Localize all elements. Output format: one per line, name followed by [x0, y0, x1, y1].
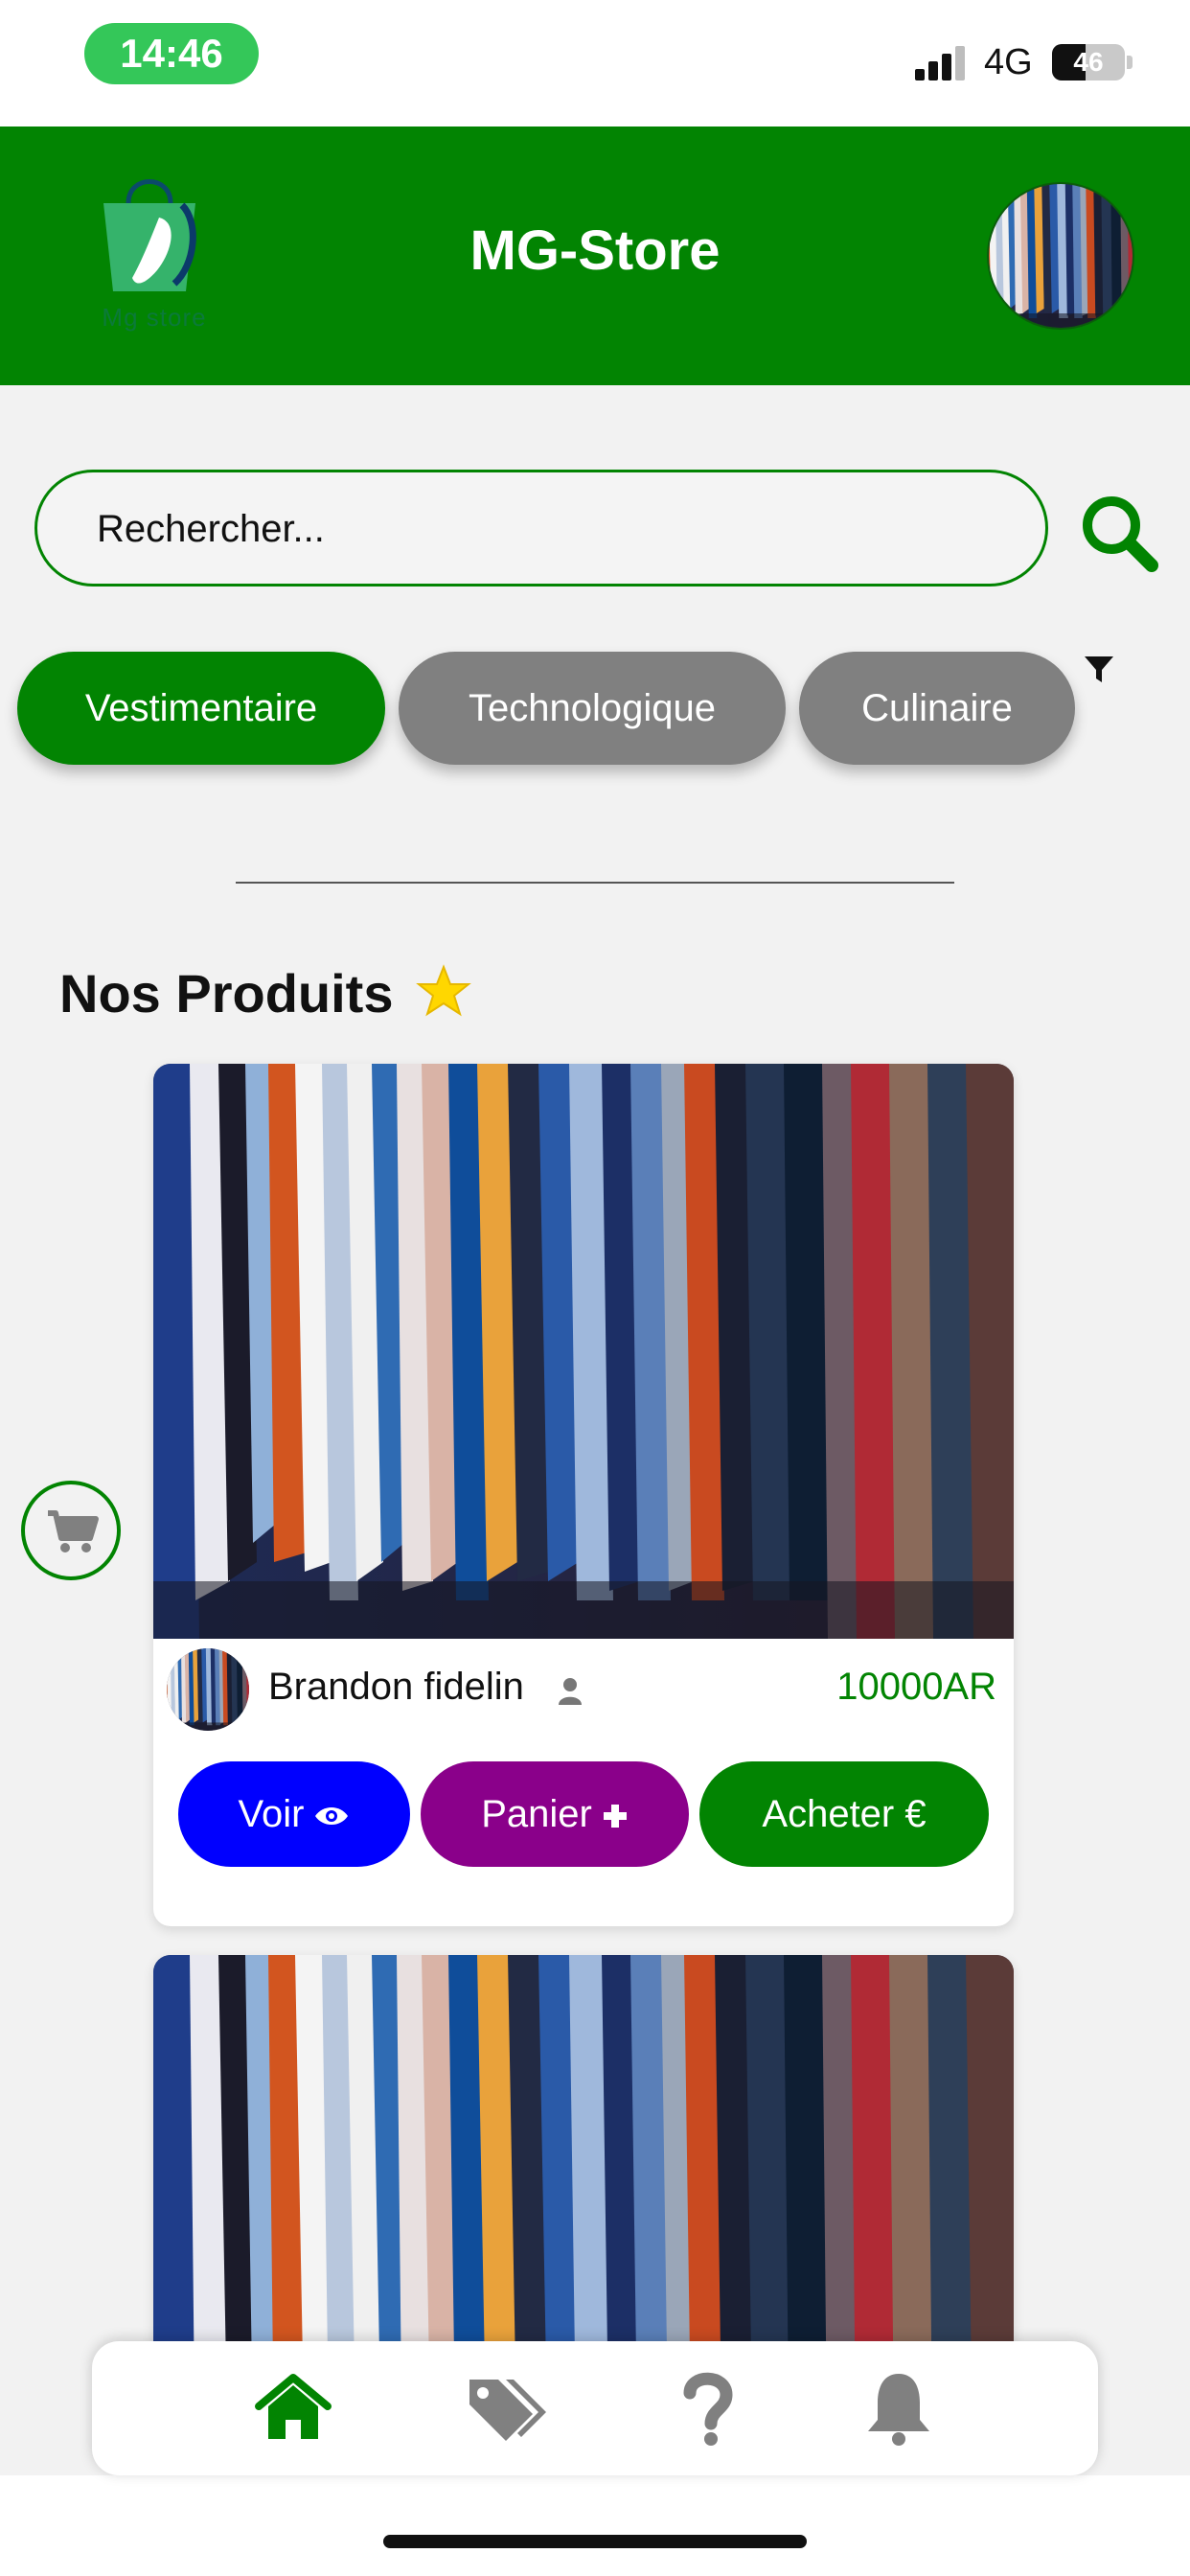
section-divider	[236, 882, 954, 884]
nav-help[interactable]	[667, 2368, 747, 2449]
battery-icon: 46	[1052, 44, 1125, 80]
profile-avatar[interactable]	[987, 182, 1134, 330]
logo-text: Mg store	[102, 303, 207, 332]
plus-icon	[603, 1805, 627, 1828]
app-header: Mg store MG-Store	[0, 126, 1190, 385]
nav-tags[interactable]	[462, 2368, 546, 2449]
nav-home[interactable]	[253, 2368, 333, 2449]
product-image[interactable]	[153, 1064, 1014, 1639]
floating-cart-button[interactable]	[21, 1481, 121, 1580]
seller-row: Brandon fidelin 10000AR	[153, 1639, 1014, 1735]
category-vestimentaire[interactable]: Vestimentaire	[17, 652, 385, 765]
add-to-cart-button[interactable]: Panier	[421, 1761, 689, 1867]
tags-icon	[469, 2380, 546, 2441]
battery-cap	[1127, 56, 1133, 69]
bell-icon	[868, 2374, 929, 2446]
cart-button-label: Panier	[481, 1793, 592, 1835]
bottom-navigation	[92, 2341, 1098, 2475]
seller-avatar[interactable]	[167, 1648, 249, 1731]
status-time: 14:46	[84, 23, 259, 84]
view-button-label: Voir	[238, 1793, 305, 1835]
search-icon	[1083, 496, 1158, 572]
category-culinaire[interactable]: Culinaire	[799, 652, 1075, 765]
question-icon	[683, 2372, 733, 2446]
section-title: Nos Produits	[59, 963, 394, 1024]
filter-button[interactable]	[1083, 654, 1115, 686]
home-indicator	[383, 2535, 807, 2548]
status-bar: 14:46 4G 46	[0, 0, 1190, 126]
product-card[interactable]: Brandon fidelin 10000AR Voir Panier Ache…	[153, 1064, 1014, 1926]
network-type: 4G	[984, 42, 1033, 82]
search-input[interactable]	[95, 472, 980, 586]
seller-name[interactable]: Brandon fidelin	[268, 1666, 524, 1709]
seller-avatar-image	[167, 1648, 249, 1731]
nav-notifications[interactable]	[858, 2368, 939, 2449]
product-photo	[153, 1064, 1014, 1639]
home-icon	[255, 2374, 332, 2439]
signal-icon	[915, 46, 969, 80]
eye-icon	[315, 1807, 349, 1826]
buy-button[interactable]: Acheter €	[699, 1761, 989, 1867]
bottom-safe-area	[0, 2475, 1190, 2576]
battery-level: 46	[1073, 47, 1104, 77]
user-icon	[559, 1678, 582, 1705]
shopping-cart-icon	[48, 1510, 99, 1552]
search-field[interactable]	[34, 470, 1048, 586]
product-price: 10000AR	[836, 1666, 996, 1708]
avatar-image	[989, 184, 1133, 328]
star-icon	[416, 964, 471, 1017]
search-button[interactable]	[1077, 491, 1159, 573]
view-button[interactable]: Voir	[178, 1761, 410, 1867]
category-technologique[interactable]: Technologique	[399, 652, 786, 765]
filter-icon	[1085, 656, 1113, 682]
